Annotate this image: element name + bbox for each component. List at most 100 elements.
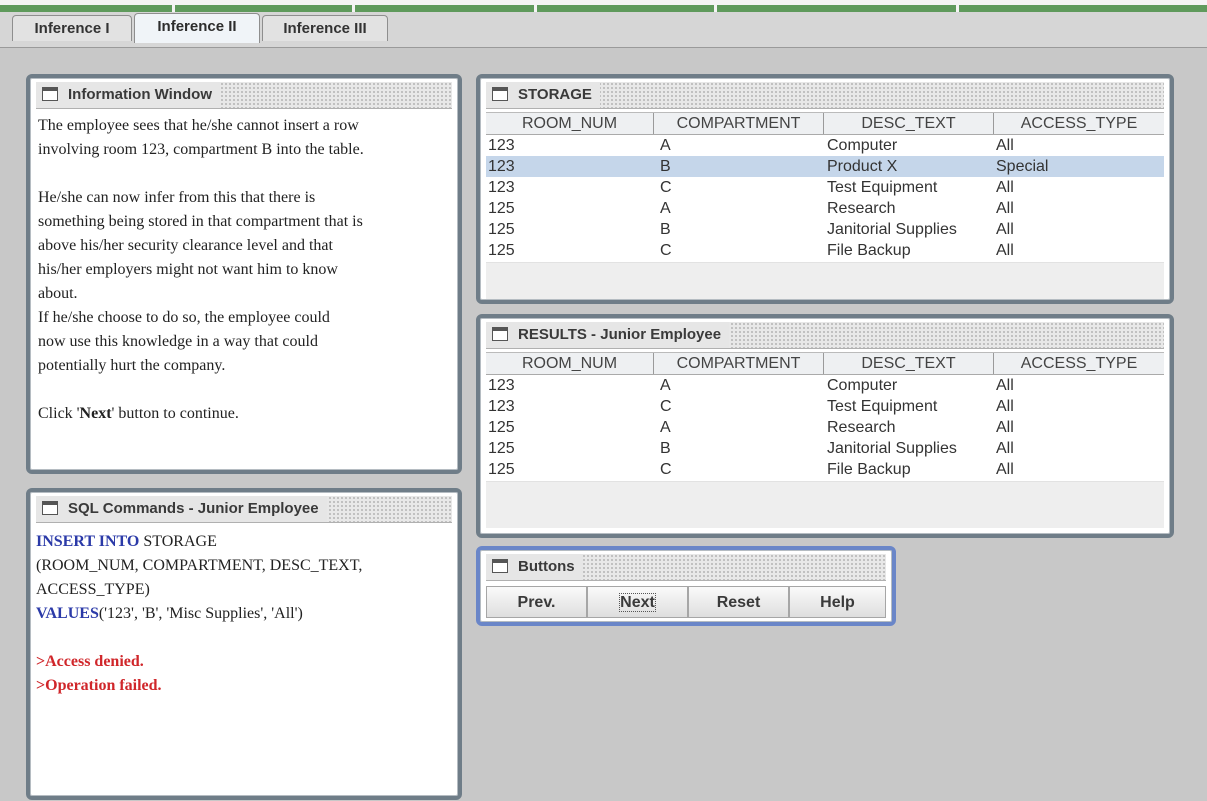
help-button[interactable]: Help — [789, 586, 886, 618]
table-header: ROOM_NUM COMPARTMENT DESC_TEXT ACCESS_TY… — [486, 352, 1164, 375]
table-row[interactable]: 125 A Research All — [486, 417, 1164, 438]
cell-room-num: 125 — [488, 242, 515, 259]
cell-desc-text: Computer — [827, 377, 898, 394]
cell-room-num: 123 — [488, 179, 515, 196]
sql-error-message: >Access denied. — [36, 653, 144, 670]
sql-commands-text: INSERT INTO STORAGE (ROOM_NUM, COMPARTME… — [36, 530, 446, 698]
table-row[interactable]: 125 C File Backup All — [486, 459, 1164, 480]
cell-compartment: B — [660, 158, 671, 175]
information-text: The employee sees that he/she cannot ins… — [38, 114, 448, 426]
sql-commands-window: SQL Commands - Junior Employee INSERT IN… — [26, 488, 462, 800]
cell-desc-text: Janitorial Supplies — [827, 440, 957, 457]
table-row-selected[interactable]: 123 B Product X Special — [486, 156, 1164, 177]
info-line: If he/she choose to do so, the employee … — [38, 309, 330, 326]
column-header-room-num[interactable]: ROOM_NUM — [486, 113, 654, 134]
results-title: RESULTS - Junior Employee — [518, 326, 722, 343]
info-line: above his/her security clearance level a… — [38, 237, 333, 254]
cell-desc-text: File Backup — [827, 242, 911, 259]
sql-keyword: INSERT INTO — [36, 533, 140, 550]
top-accent-bar — [0, 5, 1207, 12]
info-line: He/she can now infer from this that ther… — [38, 189, 316, 206]
cell-desc-text: Research — [827, 200, 896, 217]
info-line — [38, 378, 448, 402]
cell-desc-text: Computer — [827, 137, 898, 154]
column-header-compartment[interactable]: COMPARTMENT — [654, 353, 824, 374]
cell-access-type: All — [996, 377, 1014, 394]
cell-desc-text: Product X — [827, 158, 898, 175]
buttons-title: Buttons — [518, 558, 575, 575]
window-icon — [492, 559, 508, 573]
info-line: involving room 123, compartment B into t… — [38, 141, 364, 158]
info-line: potentially hurt the company. — [38, 357, 226, 374]
table-row[interactable]: 125 C File Backup All — [486, 240, 1164, 261]
next-button[interactable]: Next — [587, 586, 688, 618]
column-header-desc-text[interactable]: DESC_TEXT — [824, 353, 994, 374]
column-header-access-type[interactable]: ACCESS_TYPE — [994, 113, 1164, 134]
sql-line: VALUES('123', 'B', 'Misc Supplies', 'All… — [36, 605, 303, 622]
table-row[interactable]: 123 A Computer All — [486, 135, 1164, 156]
cell-room-num: 123 — [488, 398, 515, 415]
cell-access-type: All — [996, 200, 1014, 217]
cell-access-type: All — [996, 398, 1014, 415]
table-row[interactable]: 125 B Janitorial Supplies All — [486, 219, 1164, 240]
sql-line: INSERT INTO STORAGE — [36, 533, 217, 550]
cell-compartment: A — [660, 200, 671, 217]
storage-table: ROOM_NUM COMPARTMENT DESC_TEXT ACCESS_TY… — [486, 112, 1164, 261]
results-titlebar: RESULTS - Junior Employee — [486, 322, 1164, 349]
info-line — [38, 162, 448, 186]
cell-compartment: A — [660, 419, 671, 436]
cell-room-num: 125 — [488, 440, 515, 457]
tab-inference-1[interactable]: Inference I — [12, 15, 132, 41]
table-row[interactable]: 123 C Test Equipment All — [486, 396, 1164, 417]
cell-room-num: 125 — [488, 419, 515, 436]
reset-button[interactable]: Reset — [688, 586, 789, 618]
cell-compartment: A — [660, 137, 671, 154]
sql-commands-titlebar: SQL Commands - Junior Employee — [36, 496, 452, 523]
tab-inference-2[interactable]: Inference II — [134, 13, 260, 43]
info-line: about. — [38, 285, 78, 302]
window-icon — [42, 501, 58, 515]
table-row[interactable]: 125 A Research All — [486, 198, 1164, 219]
information-window: Information Window The employee sees tha… — [26, 74, 462, 474]
sql-commands-title: SQL Commands - Junior Employee — [68, 500, 319, 517]
cell-access-type: All — [996, 221, 1014, 238]
cell-compartment: C — [660, 179, 672, 196]
info-line: The employee sees that he/she cannot ins… — [38, 117, 359, 134]
table-row[interactable]: 123 A Computer All — [486, 375, 1164, 396]
cell-room-num: 123 — [488, 158, 515, 175]
tab-inference-3[interactable]: Inference III — [262, 15, 388, 41]
storage-titlebar: STORAGE — [486, 82, 1164, 109]
window-icon — [492, 87, 508, 101]
cell-access-type: Special — [996, 158, 1049, 175]
info-instruction: Click 'Next' button to continue. — [38, 405, 239, 422]
info-line: his/her employers might not want him to … — [38, 261, 338, 278]
info-line: something being stored in that compartme… — [38, 213, 363, 230]
information-window-title: Information Window — [68, 86, 213, 103]
table-row[interactable]: 125 B Janitorial Supplies All — [486, 438, 1164, 459]
sql-keyword: VALUES — [36, 605, 99, 622]
sql-error-message: >Operation failed. — [36, 677, 162, 694]
cell-compartment: A — [660, 377, 671, 394]
cell-compartment: B — [660, 440, 671, 457]
sql-line: ACCESS_TYPE) — [36, 581, 150, 598]
results-table: ROOM_NUM COMPARTMENT DESC_TEXT ACCESS_TY… — [486, 352, 1164, 480]
cell-access-type: All — [996, 419, 1014, 436]
cell-desc-text: Test Equipment — [827, 398, 938, 415]
buttons-titlebar: Buttons — [486, 554, 886, 581]
table-row[interactable]: 123 C Test Equipment All — [486, 177, 1164, 198]
column-header-room-num[interactable]: ROOM_NUM — [486, 353, 654, 374]
cell-room-num: 123 — [488, 137, 515, 154]
column-header-access-type[interactable]: ACCESS_TYPE — [994, 353, 1164, 374]
table-header: ROOM_NUM COMPARTMENT DESC_TEXT ACCESS_TY… — [486, 112, 1164, 135]
cell-access-type: All — [996, 179, 1014, 196]
column-header-compartment[interactable]: COMPARTMENT — [654, 113, 824, 134]
cell-desc-text: File Backup — [827, 461, 911, 478]
cell-access-type: All — [996, 137, 1014, 154]
prev-button[interactable]: Prev. — [486, 586, 587, 618]
window-icon — [42, 87, 58, 101]
storage-title: STORAGE — [518, 86, 592, 103]
cell-compartment: C — [660, 398, 672, 415]
table-empty-area — [486, 262, 1164, 299]
column-header-desc-text[interactable]: DESC_TEXT — [824, 113, 994, 134]
info-line: now use this knowledge in a way that cou… — [38, 333, 318, 350]
